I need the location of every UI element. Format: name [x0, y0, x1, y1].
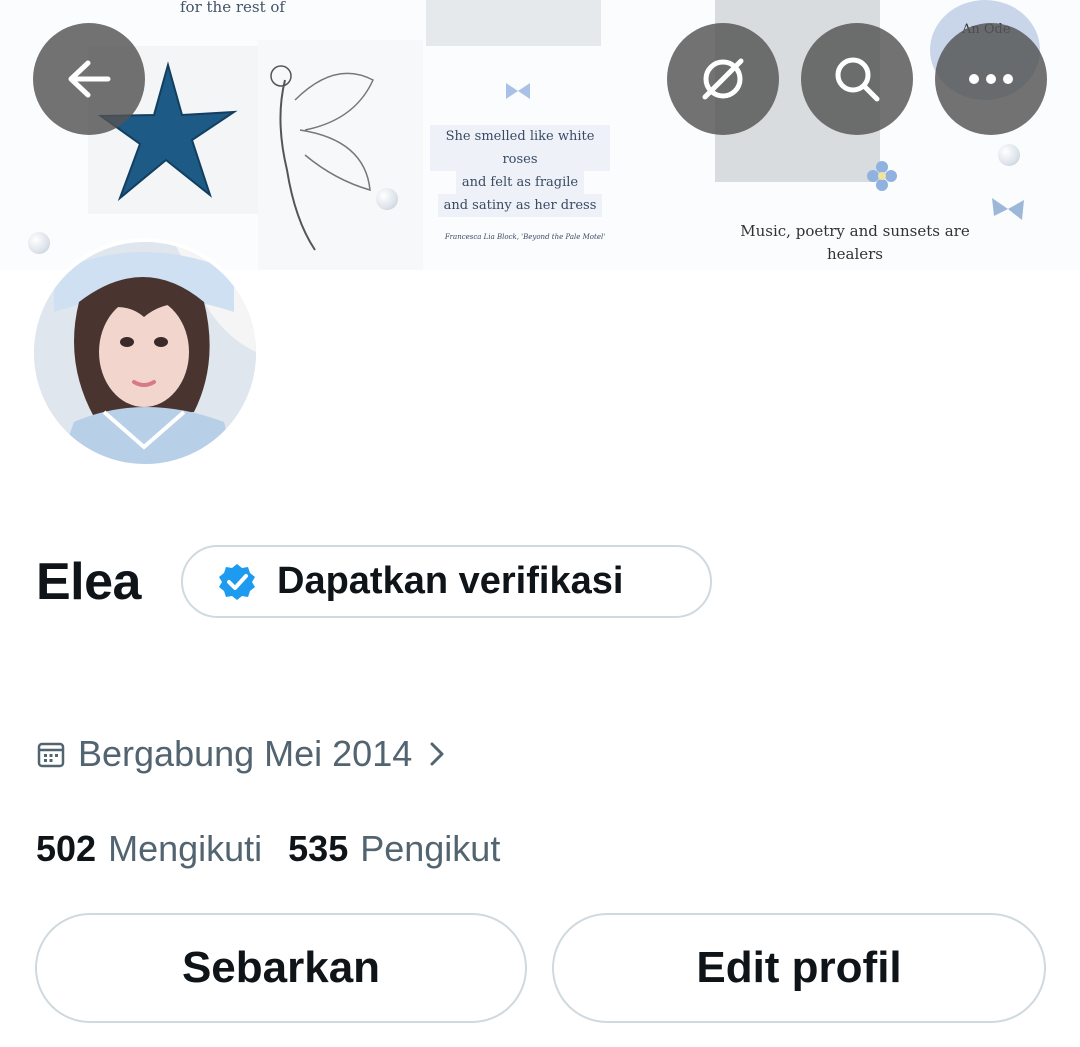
followers-count: 535	[288, 828, 349, 869]
verified-badge-icon	[219, 563, 255, 600]
back-button[interactable]	[33, 23, 145, 135]
avatar-image	[34, 242, 256, 464]
arrow-left-icon	[68, 60, 111, 98]
profile-page: for the rest of She smelled like white r…	[0, 0, 1080, 1047]
joined-date-row[interactable]: Bergabung Mei 2014	[36, 730, 446, 778]
flower-icon	[867, 161, 897, 191]
banner-caption: Music, poetry and sunsets are healers	[740, 222, 970, 263]
get-verified-label: Dapatkan verifikasi	[277, 560, 624, 602]
chevron-right-icon	[430, 742, 444, 766]
following-link[interactable]: 502 Mengikuti	[36, 828, 262, 870]
banner-collage-panel	[426, 0, 601, 46]
banner-quote-line: and satiny as her dress	[437, 194, 603, 217]
follow-stats: 502 Mengikuti 535 Pengikut	[36, 828, 500, 870]
profile-banner[interactable]: for the rest of She smelled like white r…	[0, 0, 1080, 270]
bow-icon	[506, 83, 530, 99]
search-button[interactable]	[801, 23, 913, 135]
banner-top-text: for the rest of	[180, 0, 285, 16]
banner-quote-credit: Francesca Lia Block, 'Beyond the Pale Mo…	[444, 233, 606, 241]
following-count: 502	[36, 828, 97, 869]
avatar[interactable]	[30, 238, 260, 468]
calendar-icon	[37, 742, 65, 768]
grok-button[interactable]	[667, 23, 779, 135]
display-name: Elea	[36, 553, 141, 611]
share-button[interactable]: Sebarkan	[35, 913, 527, 1023]
fairy-sketch-image	[270, 65, 374, 251]
get-verified-button[interactable]: Dapatkan verifikasi	[181, 545, 712, 618]
banner-quote-line: She smelled like white roses	[430, 125, 610, 171]
banner-quote: She smelled like white roses and felt as…	[430, 125, 610, 217]
grok-icon	[702, 58, 744, 100]
more-button[interactable]	[935, 23, 1047, 135]
search-icon	[835, 57, 880, 102]
more-horizontal-icon	[969, 74, 1013, 84]
followers-link[interactable]: 535 Pengikut	[288, 828, 500, 870]
pearl-decoration	[998, 144, 1020, 166]
followers-label: Pengikut	[360, 828, 501, 869]
edit-profile-button[interactable]: Edit profil	[552, 913, 1046, 1023]
ribbon-icon	[992, 198, 1024, 220]
banner-quote-line: and felt as fragile	[455, 171, 585, 194]
following-label: Mengikuti	[108, 828, 263, 869]
pearl-decoration	[376, 188, 398, 210]
joined-date-text: Bergabung Mei 2014	[78, 733, 413, 774]
pearl-decoration	[28, 232, 50, 254]
